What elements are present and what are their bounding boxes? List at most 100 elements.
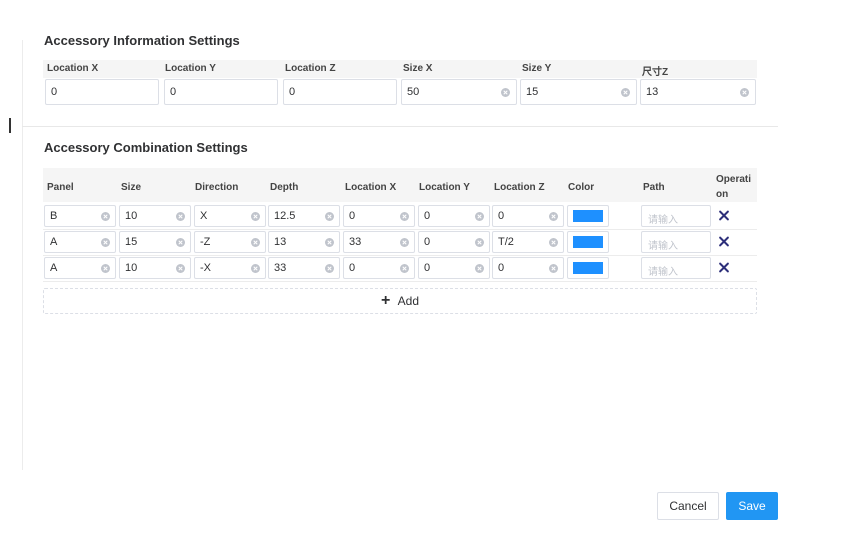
add-row-button[interactable]: + Add (43, 288, 757, 314)
location-y-cell-input[interactable]: 0 (418, 257, 490, 279)
clear-icon[interactable] (176, 212, 185, 221)
plus-icon: + (380, 292, 391, 309)
location-y-cell-input[interactable]: 0 (418, 231, 490, 253)
location-z-cell-value: 0 (498, 262, 505, 274)
size-x-value: 50 (407, 86, 420, 98)
direction-value: -X (200, 262, 211, 274)
size-value: 10 (125, 210, 138, 222)
panel-value: A (50, 262, 58, 274)
direction-input[interactable]: X (194, 205, 266, 227)
location-y-cell-value: 0 (424, 262, 431, 274)
location-x-cell-input[interactable]: 0 (343, 257, 415, 279)
clear-icon[interactable] (475, 212, 484, 221)
panel-left-border (22, 40, 23, 470)
clear-icon[interactable] (325, 212, 334, 221)
clear-icon[interactable] (176, 264, 185, 273)
path-input[interactable]: 请输入 (641, 257, 711, 279)
direction-value: -Z (200, 236, 211, 248)
clear-icon[interactable] (251, 238, 260, 247)
location-x-value: 0 (51, 86, 58, 98)
path-input[interactable]: 请输入 (641, 205, 711, 227)
cancel-button[interactable]: Cancel (657, 492, 719, 520)
location-x-cell-input[interactable]: 0 (343, 205, 415, 227)
color-picker[interactable] (567, 205, 609, 227)
clear-icon[interactable] (101, 212, 110, 221)
clear-icon[interactable] (251, 212, 260, 221)
save-button[interactable]: Save (726, 492, 778, 520)
location-x-cell-input[interactable]: 33 (343, 231, 415, 253)
delete-icon[interactable] (717, 235, 731, 249)
location-z-cell-input[interactable]: 0 (492, 257, 564, 279)
clear-icon[interactable] (400, 212, 409, 221)
size-input[interactable]: 15 (119, 231, 191, 253)
location-y-input[interactable]: 0 (164, 79, 278, 105)
clear-icon[interactable] (475, 264, 484, 273)
panel-input[interactable]: A (44, 257, 116, 279)
size-input[interactable]: 10 (119, 205, 191, 227)
column-header-size: Size (121, 182, 142, 193)
location-z-input[interactable]: 0 (283, 79, 397, 105)
clear-icon[interactable] (549, 212, 558, 221)
row-divider (43, 255, 757, 256)
panel-input[interactable]: A (44, 231, 116, 253)
clear-icon[interactable] (400, 238, 409, 247)
column-header-operation: Operati on (716, 174, 752, 200)
info-label-size-x: Size X (403, 63, 433, 74)
location-x-input[interactable]: 0 (45, 79, 159, 105)
location-y-value: 0 (170, 86, 177, 98)
size-y-input[interactable]: 15 (520, 79, 637, 105)
clear-icon[interactable] (501, 88, 510, 97)
direction-input[interactable]: -Z (194, 231, 266, 253)
depth-value: 33 (274, 262, 287, 274)
column-header-depth: Depth (270, 182, 299, 193)
delete-icon[interactable] (717, 261, 731, 275)
clear-icon[interactable] (325, 238, 334, 247)
size-z-value: 13 (646, 86, 659, 98)
section-divider (22, 126, 778, 127)
clear-icon[interactable] (325, 264, 334, 273)
location-x-cell-value: 0 (349, 262, 356, 274)
color-picker[interactable] (567, 257, 609, 279)
clear-icon[interactable] (475, 238, 484, 247)
clear-icon[interactable] (740, 88, 749, 97)
delete-icon[interactable] (717, 209, 731, 223)
clear-icon[interactable] (400, 264, 409, 273)
path-placeholder: 请输入 (648, 241, 678, 252)
clear-icon[interactable] (549, 238, 558, 247)
column-header-location-x: Location X (345, 182, 397, 193)
panel-value: B (50, 210, 58, 222)
row-divider (43, 229, 757, 230)
path-placeholder: 请输入 (648, 267, 678, 278)
size-z-input[interactable]: 13 (640, 79, 756, 105)
clear-icon[interactable] (101, 264, 110, 273)
depth-input[interactable]: 33 (268, 257, 340, 279)
clear-icon[interactable] (251, 264, 260, 273)
location-y-cell-input[interactable]: 0 (418, 205, 490, 227)
location-z-cell-input[interactable]: T/2 (492, 231, 564, 253)
column-header-direction: Direction (195, 182, 239, 193)
location-y-cell-value: 0 (424, 236, 431, 248)
path-input[interactable]: 请输入 (641, 231, 711, 253)
clear-icon[interactable] (549, 264, 558, 273)
size-value: 10 (125, 262, 138, 274)
clear-icon[interactable] (176, 238, 185, 247)
panel-input[interactable]: B (44, 205, 116, 227)
info-label-location-z: Location Z (285, 63, 336, 74)
text-cursor (9, 118, 11, 133)
depth-value: 13 (274, 236, 287, 248)
location-z-cell-value: 0 (498, 210, 505, 222)
color-swatch (573, 262, 603, 274)
info-label-size-z: 尺寸Z (642, 67, 669, 78)
size-x-input[interactable]: 50 (401, 79, 517, 105)
clear-icon[interactable] (101, 238, 110, 247)
clear-icon[interactable] (621, 88, 630, 97)
color-picker[interactable] (567, 231, 609, 253)
depth-input[interactable]: 12.5 (268, 205, 340, 227)
depth-input[interactable]: 13 (268, 231, 340, 253)
column-header-location-y: Location Y (419, 182, 470, 193)
location-z-cell-value: T/2 (498, 236, 514, 248)
size-input[interactable]: 10 (119, 257, 191, 279)
location-z-cell-input[interactable]: 0 (492, 205, 564, 227)
direction-input[interactable]: -X (194, 257, 266, 279)
location-x-cell-value: 0 (349, 210, 356, 222)
